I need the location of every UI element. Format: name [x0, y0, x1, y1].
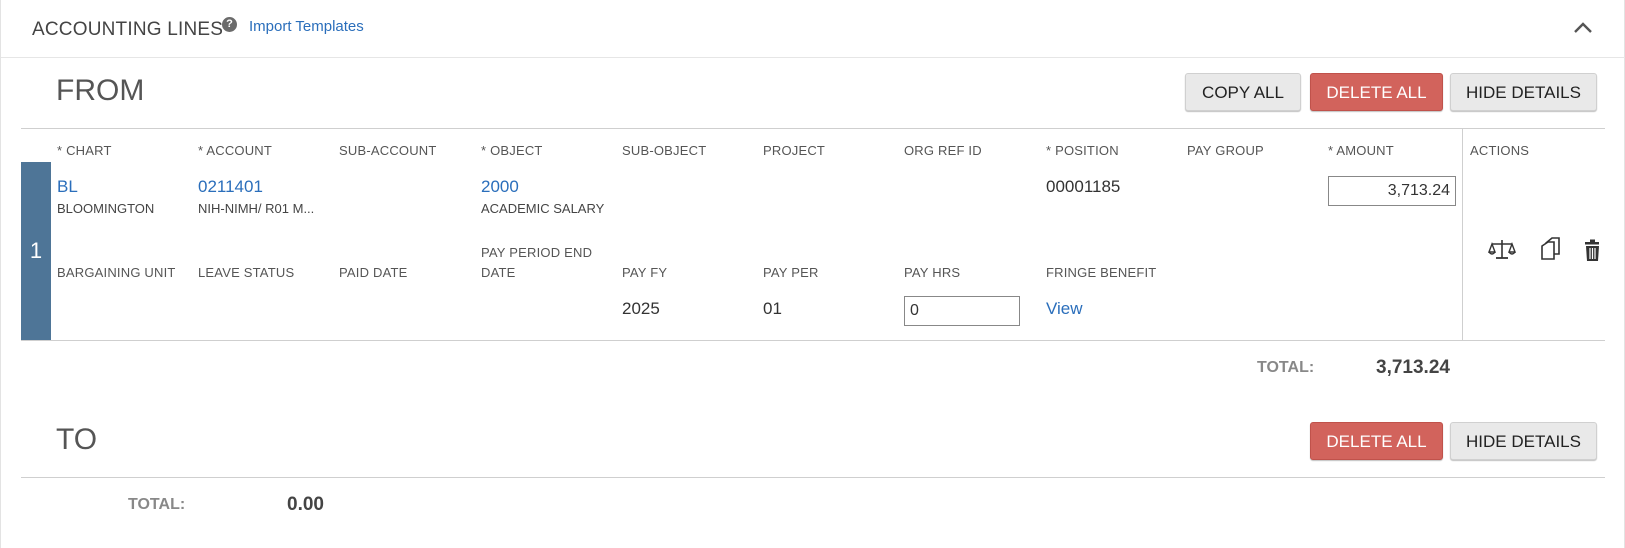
- pay-hrs-input[interactable]: [904, 296, 1020, 326]
- accounting-lines-panel: ACCOUNTING LINES ? Import Templates FROM…: [0, 0, 1625, 548]
- col-project-header: PROJECT: [763, 143, 826, 158]
- col-amount-header: * AMOUNT: [1328, 143, 1394, 158]
- trash-icon[interactable]: [1579, 237, 1607, 265]
- pay-per-value: 01: [763, 299, 782, 318]
- account-number-link[interactable]: 0211401: [198, 177, 263, 197]
- to-section-divider: [21, 477, 1605, 478]
- col-pay-period-end-header-line2: DATE: [481, 265, 516, 280]
- to-total-value: 0.00: [287, 494, 324, 515]
- amount-input[interactable]: [1328, 176, 1456, 206]
- from-section-title: FROM: [56, 74, 145, 107]
- col-bargaining-unit-header: BARGAINING UNIT: [57, 265, 176, 280]
- to-hide-details-button[interactable]: HIDE DETAILS: [1450, 422, 1597, 460]
- col-sub-object-header: SUB-OBJECT: [622, 143, 707, 158]
- table-bottom-border: [21, 340, 1605, 341]
- col-leave-status-header: LEAVE STATUS: [198, 265, 295, 280]
- to-section-title: TO: [56, 423, 98, 456]
- pay-fy-value: 2025: [622, 299, 660, 318]
- chart-description: BLOOMINGTON: [57, 201, 155, 216]
- col-pay-period-end-header: PAY PERIOD END: [481, 245, 593, 260]
- position-value: 00001185: [1046, 177, 1121, 196]
- object-description: ACADEMIC SALARY: [481, 201, 605, 216]
- to-delete-all-button[interactable]: DELETE ALL: [1310, 422, 1443, 460]
- from-total-value: 3,713.24: [1376, 357, 1450, 378]
- row-number-marker: 1: [21, 162, 51, 340]
- account-description: NIH-NIMH/ R01 M...: [198, 201, 315, 216]
- panel-header: ACCOUNTING LINES ? Import Templates: [1, 0, 1625, 58]
- col-paid-date-header: PAID DATE: [339, 265, 408, 280]
- copy-all-button[interactable]: COPY ALL: [1185, 73, 1301, 111]
- from-total-label: TOTAL:: [1257, 359, 1315, 376]
- col-object-header: * OBJECT: [481, 143, 543, 158]
- col-fringe-benefit-header: FRINGE BENEFIT: [1046, 265, 1157, 280]
- chevron-up-icon[interactable]: [1571, 16, 1595, 40]
- fringe-benefit-view-link[interactable]: View: [1046, 299, 1083, 319]
- col-pay-group-header: PAY GROUP: [1187, 143, 1264, 158]
- panel-title: ACCOUNTING LINES: [32, 19, 224, 40]
- balance-scale-icon[interactable]: [1488, 236, 1516, 264]
- col-actions-header: ACTIONS: [1470, 143, 1530, 158]
- import-templates-link[interactable]: Import Templates: [249, 18, 364, 35]
- actions-column-divider: [1462, 128, 1463, 340]
- col-sub-account-header: SUB-ACCOUNT: [339, 143, 437, 158]
- col-pay-fy-header: PAY FY: [622, 265, 668, 280]
- copy-icon[interactable]: [1537, 236, 1565, 264]
- col-pay-hrs-header: PAY HRS: [904, 265, 961, 280]
- col-chart-header: * CHART: [57, 143, 112, 158]
- col-org-ref-id-header: ORG REF ID: [904, 143, 982, 158]
- help-icon[interactable]: ?: [222, 17, 237, 32]
- col-account-header: * ACCOUNT: [198, 143, 273, 158]
- table-top-border: [21, 128, 1605, 129]
- from-hide-details-button[interactable]: HIDE DETAILS: [1450, 73, 1597, 111]
- from-delete-all-button[interactable]: DELETE ALL: [1310, 73, 1443, 111]
- chart-code-link[interactable]: BL: [57, 177, 78, 197]
- col-position-header: * POSITION: [1046, 143, 1119, 158]
- object-code-link[interactable]: 2000: [481, 177, 519, 197]
- to-total-label: TOTAL:: [128, 496, 186, 513]
- col-pay-per-header: PAY PER: [763, 265, 819, 280]
